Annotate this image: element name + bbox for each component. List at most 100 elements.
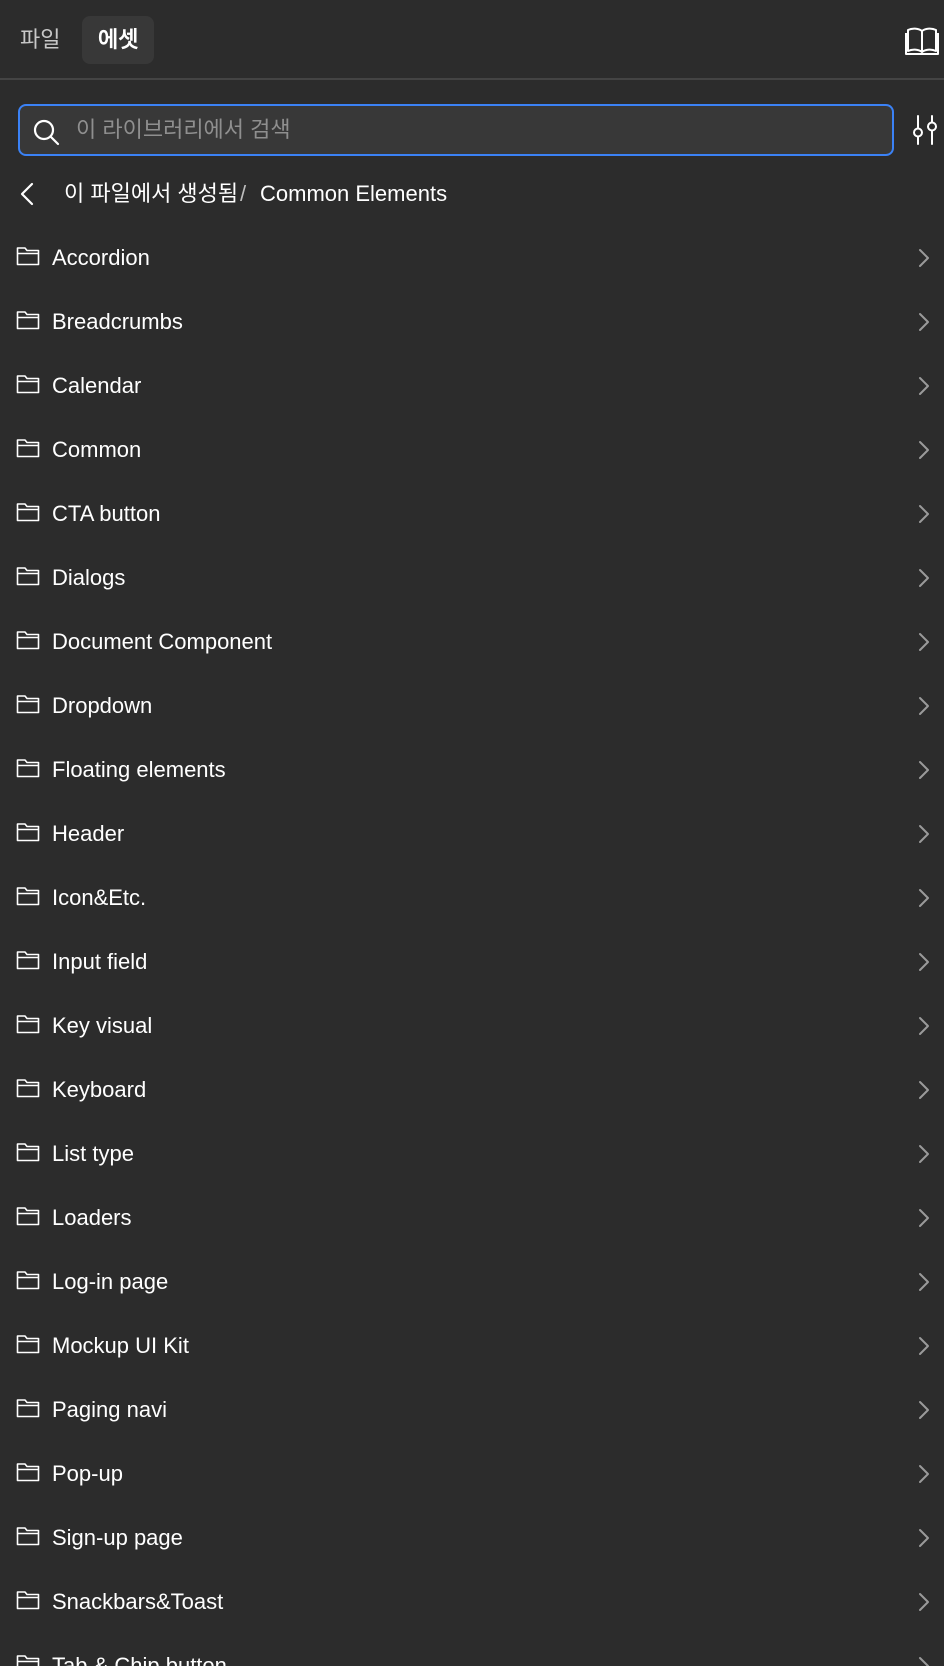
folder-row[interactable]: Input field [0, 930, 944, 994]
chevron-right-icon [919, 953, 929, 971]
folder-row[interactable]: List type [0, 1122, 944, 1186]
folder-icon [16, 311, 40, 330]
chevron-right-icon [919, 1209, 929, 1227]
folder-label: Loaders [52, 1205, 132, 1230]
chevron-right-icon [919, 1529, 929, 1547]
breadcrumb-current: Common Elements [260, 181, 448, 206]
folder-icon [16, 1335, 40, 1354]
folder-icon [16, 695, 40, 714]
folder-row[interactable]: CTA button [0, 482, 944, 546]
chevron-right-icon [919, 1273, 929, 1291]
folder-row[interactable]: Log-in page [0, 1250, 944, 1314]
folder-row[interactable]: Pop-up [0, 1442, 944, 1506]
folder-label: Icon&Etc. [52, 885, 147, 910]
folder-label: Log-in page [52, 1269, 169, 1294]
sliders-icon[interactable] [910, 114, 940, 146]
chevron-right-icon [919, 761, 929, 779]
folder-icon [16, 1463, 40, 1482]
search-field[interactable] [18, 104, 894, 156]
folder-row[interactable]: Paging navi [0, 1378, 944, 1442]
chevron-right-icon [919, 313, 929, 331]
chevron-left-icon[interactable] [14, 180, 42, 208]
chevron-right-icon [919, 1017, 929, 1035]
tab-assets[interactable]: 에셋 [82, 16, 155, 64]
folder-row[interactable]: Calendar [0, 354, 944, 418]
folder-icon [16, 759, 40, 778]
folder-row[interactable]: Document Component [0, 610, 944, 674]
folder-icon [16, 375, 40, 394]
search-icon [33, 119, 60, 146]
folder-icon [16, 1143, 40, 1162]
folder-icon [16, 1591, 40, 1610]
folder-label: Pop-up [52, 1461, 123, 1486]
folder-label: Dialogs [52, 565, 126, 590]
folder-icon [16, 1399, 40, 1418]
folder-row[interactable]: Sign-up page [0, 1506, 944, 1570]
folder-row[interactable]: Key visual [0, 994, 944, 1058]
folder-icon [16, 1207, 40, 1226]
folder-icon [16, 951, 40, 970]
folder-row[interactable]: Icon&Etc. [0, 866, 944, 930]
chevron-right-icon [919, 1465, 929, 1483]
folder-row[interactable]: Tab & Chip button [0, 1634, 944, 1666]
folder-row[interactable]: Snackbars&Toast [0, 1570, 944, 1634]
chevron-right-icon [919, 1337, 929, 1355]
folder-label: Mockup UI Kit [52, 1333, 189, 1358]
chevron-right-icon [919, 569, 929, 587]
search-input[interactable] [68, 106, 878, 154]
folder-icon [16, 503, 40, 522]
folder-icon [16, 1271, 40, 1290]
folder-label: Breadcrumbs [52, 309, 183, 334]
chevron-right-icon [919, 1593, 929, 1611]
tab-files[interactable]: 파일 [4, 16, 76, 64]
folder-row[interactable]: Dropdown [0, 674, 944, 738]
folder-label: Key visual [52, 1013, 153, 1038]
folder-label: Sign-up page [52, 1525, 183, 1550]
breadcrumb: 이 파일에서 생성됨 / Common Elements [0, 170, 944, 218]
chevron-right-icon [919, 1657, 929, 1666]
folder-row[interactable]: Dialogs [0, 546, 944, 610]
folder-label: Floating elements [52, 757, 226, 782]
folder-icon [16, 631, 40, 650]
folder-icon [16, 1079, 40, 1098]
folder-icon [16, 1655, 40, 1666]
folder-row[interactable]: Loaders [0, 1186, 944, 1250]
chevron-right-icon [919, 697, 929, 715]
folder-label: Document Component [52, 629, 273, 654]
book-icon[interactable] [904, 22, 940, 58]
folder-row[interactable]: Accordion [0, 226, 944, 290]
folder-label: Keyboard [52, 1077, 147, 1102]
folder-icon [16, 439, 40, 458]
panel-tab-bar: 파일 에셋 [0, 0, 944, 80]
folder-icon [16, 1527, 40, 1546]
folder-label: Snackbars&Toast [52, 1589, 224, 1614]
chevron-right-icon [919, 1145, 929, 1163]
folder-label: Accordion [52, 245, 150, 270]
folder-label: Dropdown [52, 693, 153, 718]
folder-icon [16, 247, 40, 266]
folder-icon [16, 567, 40, 586]
chevron-right-icon [919, 825, 929, 843]
chevron-right-icon [919, 505, 929, 523]
folder-label: Common [52, 437, 142, 462]
chevron-right-icon [919, 633, 929, 651]
chevron-right-icon [919, 377, 929, 395]
chevron-right-icon [919, 249, 929, 267]
folder-icon [16, 1015, 40, 1034]
folder-label: Input field [52, 949, 148, 974]
folder-row[interactable]: Mockup UI Kit [0, 1314, 944, 1378]
folder-row[interactable]: Header [0, 802, 944, 866]
folder-label: List type [52, 1141, 134, 1166]
folder-row[interactable]: Common [0, 418, 944, 482]
folder-row[interactable]: Floating elements [0, 738, 944, 802]
chevron-right-icon [919, 1081, 929, 1099]
chevron-right-icon [919, 889, 929, 907]
folder-label: Calendar [52, 373, 142, 398]
folder-label: Paging navi [52, 1397, 167, 1422]
folder-row[interactable]: Keyboard [0, 1058, 944, 1122]
folder-row[interactable]: Breadcrumbs [0, 290, 944, 354]
breadcrumb-parent[interactable]: 이 파일에서 생성됨 [64, 170, 238, 218]
chevron-right-icon [919, 1401, 929, 1419]
folder-label: CTA button [52, 501, 161, 526]
chevron-right-icon [919, 441, 929, 459]
